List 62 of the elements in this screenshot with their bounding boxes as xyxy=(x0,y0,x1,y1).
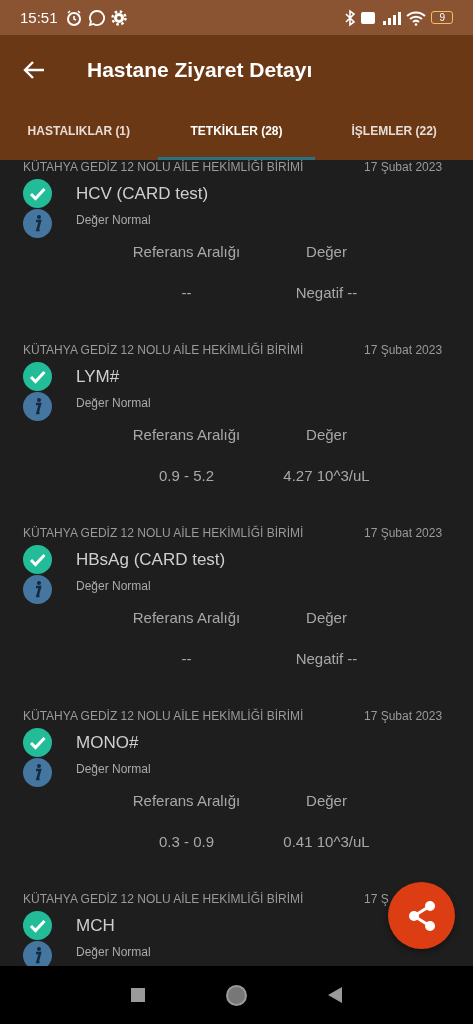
result-value: 0.41 10^3/uL xyxy=(283,833,370,850)
screen-title: Hastane Ziyaret Detayı xyxy=(87,58,313,82)
date-text: 17 Şubat 2023 xyxy=(364,343,444,357)
column-header: Değer xyxy=(306,609,347,626)
range-value: 0.3 - 0.9 xyxy=(158,833,214,850)
tab[interactable]: İŞLEMLER (22) xyxy=(315,105,473,160)
institution-text: KÜTAHYA GEDİZ 12 NOLU AİLE HEKİMLİĞİ BİRİMİ xyxy=(23,526,304,540)
gear-icon xyxy=(110,9,127,26)
check-circle-icon xyxy=(23,911,52,940)
chat-bubble-icon xyxy=(87,8,106,27)
date-text: 17 Şubat 2023 xyxy=(364,526,444,540)
date-text: 17 Şubat 2023 xyxy=(364,160,444,174)
wifi-icon xyxy=(406,9,427,26)
info-icon xyxy=(23,941,52,966)
status-text: Değer Normal xyxy=(76,761,151,776)
range-value: 0.9 - 5.2 xyxy=(158,467,214,484)
tab[interactable]: HASTALIKLAR (1) xyxy=(0,105,158,160)
test-name: MCH xyxy=(76,915,115,936)
share-icon xyxy=(406,899,437,932)
column-header: Referans Aralığı xyxy=(132,243,241,260)
result-value: Negatif -- xyxy=(295,284,358,301)
info-icon xyxy=(23,758,52,787)
back-arrow-icon[interactable] xyxy=(23,60,45,80)
status-text: Değer Normal xyxy=(76,944,151,959)
institution-text: KÜTAHYA GEDİZ 12 NOLU AİLE HEKİMLİĞİ BİRİMİ xyxy=(23,709,304,723)
signal-icon xyxy=(361,9,402,26)
result-value: 4.27 10^3/uL xyxy=(283,467,370,484)
recents-button[interactable] xyxy=(130,988,145,1002)
info-icon xyxy=(23,392,52,421)
institution-text: KÜTAHYA GEDİZ 12 NOLU AİLE HEKİMLİĞİ BİRİMİ xyxy=(23,343,304,357)
home-button[interactable] xyxy=(226,984,247,1006)
result-value: Negatif -- xyxy=(295,650,358,667)
status-text: Değer Normal xyxy=(76,578,151,593)
institution-text: KÜTAHYA GEDİZ 12 NOLU AİLE HEKİMLİĞİ BİRİMİ xyxy=(23,892,304,906)
check-circle-icon xyxy=(23,545,52,574)
clock-text: 15:51 xyxy=(20,9,58,26)
range-value: -- xyxy=(181,284,192,301)
column-header: Referans Aralığı xyxy=(132,609,241,626)
column-header: Referans Aralığı xyxy=(132,426,241,443)
check-circle-icon xyxy=(23,362,52,391)
test-name: HCV (CARD test) xyxy=(76,183,209,204)
column-header: Değer xyxy=(306,792,347,809)
test-name: HBsAg (CARD test) xyxy=(76,549,226,570)
column-header: Değer xyxy=(306,426,347,443)
back-button[interactable] xyxy=(328,987,343,1003)
date-text: 17 Şubat 2023 xyxy=(364,709,444,723)
status-text: Değer Normal xyxy=(76,395,151,410)
column-header: Referans Aralığı xyxy=(132,792,241,809)
info-icon xyxy=(23,575,52,604)
test-name: LYM# xyxy=(76,366,120,387)
bluetooth-icon xyxy=(344,8,357,27)
column-header: Değer xyxy=(306,243,347,260)
alarm-clock-icon xyxy=(64,8,83,27)
info-icon xyxy=(23,209,52,238)
check-circle-icon xyxy=(23,728,52,757)
battery-icon: 9 xyxy=(431,11,453,24)
check-circle-icon xyxy=(23,179,52,208)
range-value: -- xyxy=(181,650,192,667)
date-text: 17 Ş xyxy=(364,892,390,906)
institution-text: KÜTAHYA GEDİZ 12 NOLU AİLE HEKİMLİĞİ BİRİMİ xyxy=(23,160,304,174)
test-name: MONO# xyxy=(76,732,139,753)
status-text: Değer Normal xyxy=(76,212,151,227)
